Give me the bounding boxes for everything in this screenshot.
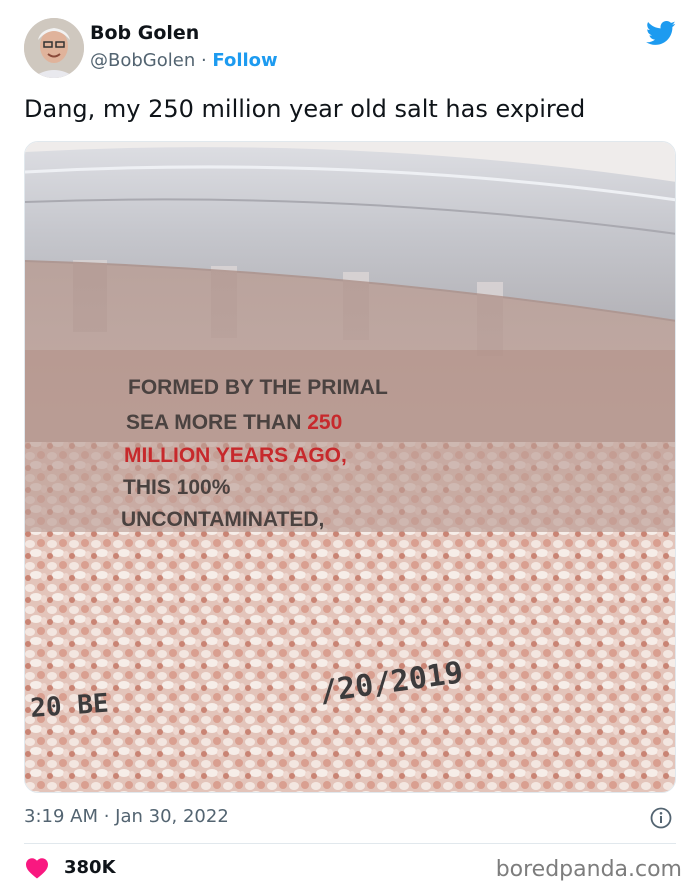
label-line-4: THIS 100% bbox=[123, 476, 231, 499]
label-line-5: UNCONTAMINATED, bbox=[121, 508, 324, 531]
source-watermark: boredpanda.com bbox=[495, 857, 682, 882]
salt-container-image: FORMED BY THE PRIMAL SEA MORE THAN 250 M… bbox=[25, 142, 675, 792]
author-handle[interactable]: @BobGolen bbox=[90, 50, 195, 71]
like-count[interactable]: 380K bbox=[64, 857, 116, 878]
tweet-photo[interactable]: FORMED BY THE PRIMAL SEA MORE THAN 250 M… bbox=[24, 141, 676, 793]
tweet-text: Dang, my 250 million year old salt has e… bbox=[24, 95, 586, 123]
label-line-2-a: SEA MORE THAN bbox=[126, 411, 307, 434]
tweet-header: Bob Golen @BobGolen · Follow bbox=[24, 18, 676, 80]
author-handle-row: @BobGolen · Follow bbox=[90, 50, 278, 71]
label-line-3: MILLION YEARS AGO, bbox=[124, 444, 347, 467]
label-line-2-b: 250 bbox=[307, 411, 342, 434]
info-icon[interactable] bbox=[650, 807, 672, 829]
follow-button[interactable]: Follow bbox=[212, 50, 277, 71]
tweet-timestamp[interactable]: 3:19 AM · Jan 30, 2022 bbox=[24, 806, 229, 827]
label-line-1: FORMED BY THE PRIMAL bbox=[128, 376, 388, 399]
handle-separator: · bbox=[195, 50, 213, 71]
avatar[interactable] bbox=[24, 18, 84, 78]
best-by-stamp: 20 BE bbox=[29, 689, 109, 724]
author-name[interactable]: Bob Golen bbox=[90, 22, 199, 44]
twitter-bird-icon[interactable] bbox=[644, 18, 678, 48]
label-line-2: SEA MORE THAN 250 bbox=[126, 411, 342, 434]
divider bbox=[24, 843, 676, 844]
heart-icon[interactable] bbox=[25, 857, 49, 879]
